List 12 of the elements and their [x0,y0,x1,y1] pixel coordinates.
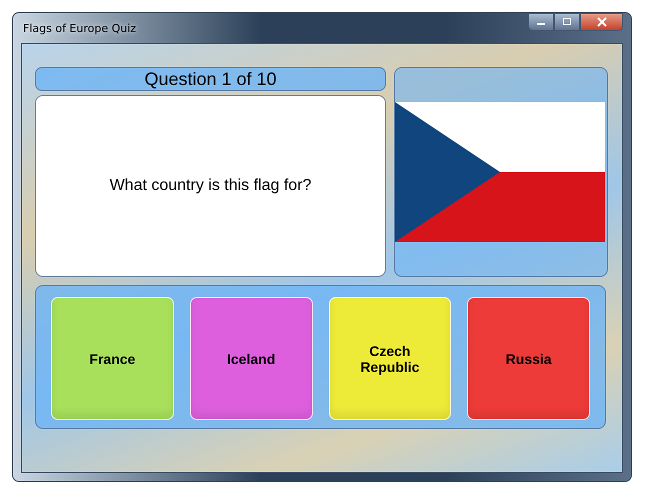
maximize-button[interactable] [554,13,580,31]
window-title: Flags of Europe Quiz [22,22,136,34]
question-counter: Question 1 of 10 [35,67,386,91]
answer-button[interactable]: France [51,297,174,420]
answer-button[interactable]: Iceland [190,297,312,420]
answer-button[interactable]: Russia [467,297,590,420]
minimize-button[interactable] [528,13,554,31]
answer-button[interactable]: Czech Republic [328,297,452,420]
close-button[interactable] [580,13,623,31]
close-icon [596,17,608,27]
question-text: What country is this flag for? [110,177,312,195]
maximize-icon [561,17,573,27]
